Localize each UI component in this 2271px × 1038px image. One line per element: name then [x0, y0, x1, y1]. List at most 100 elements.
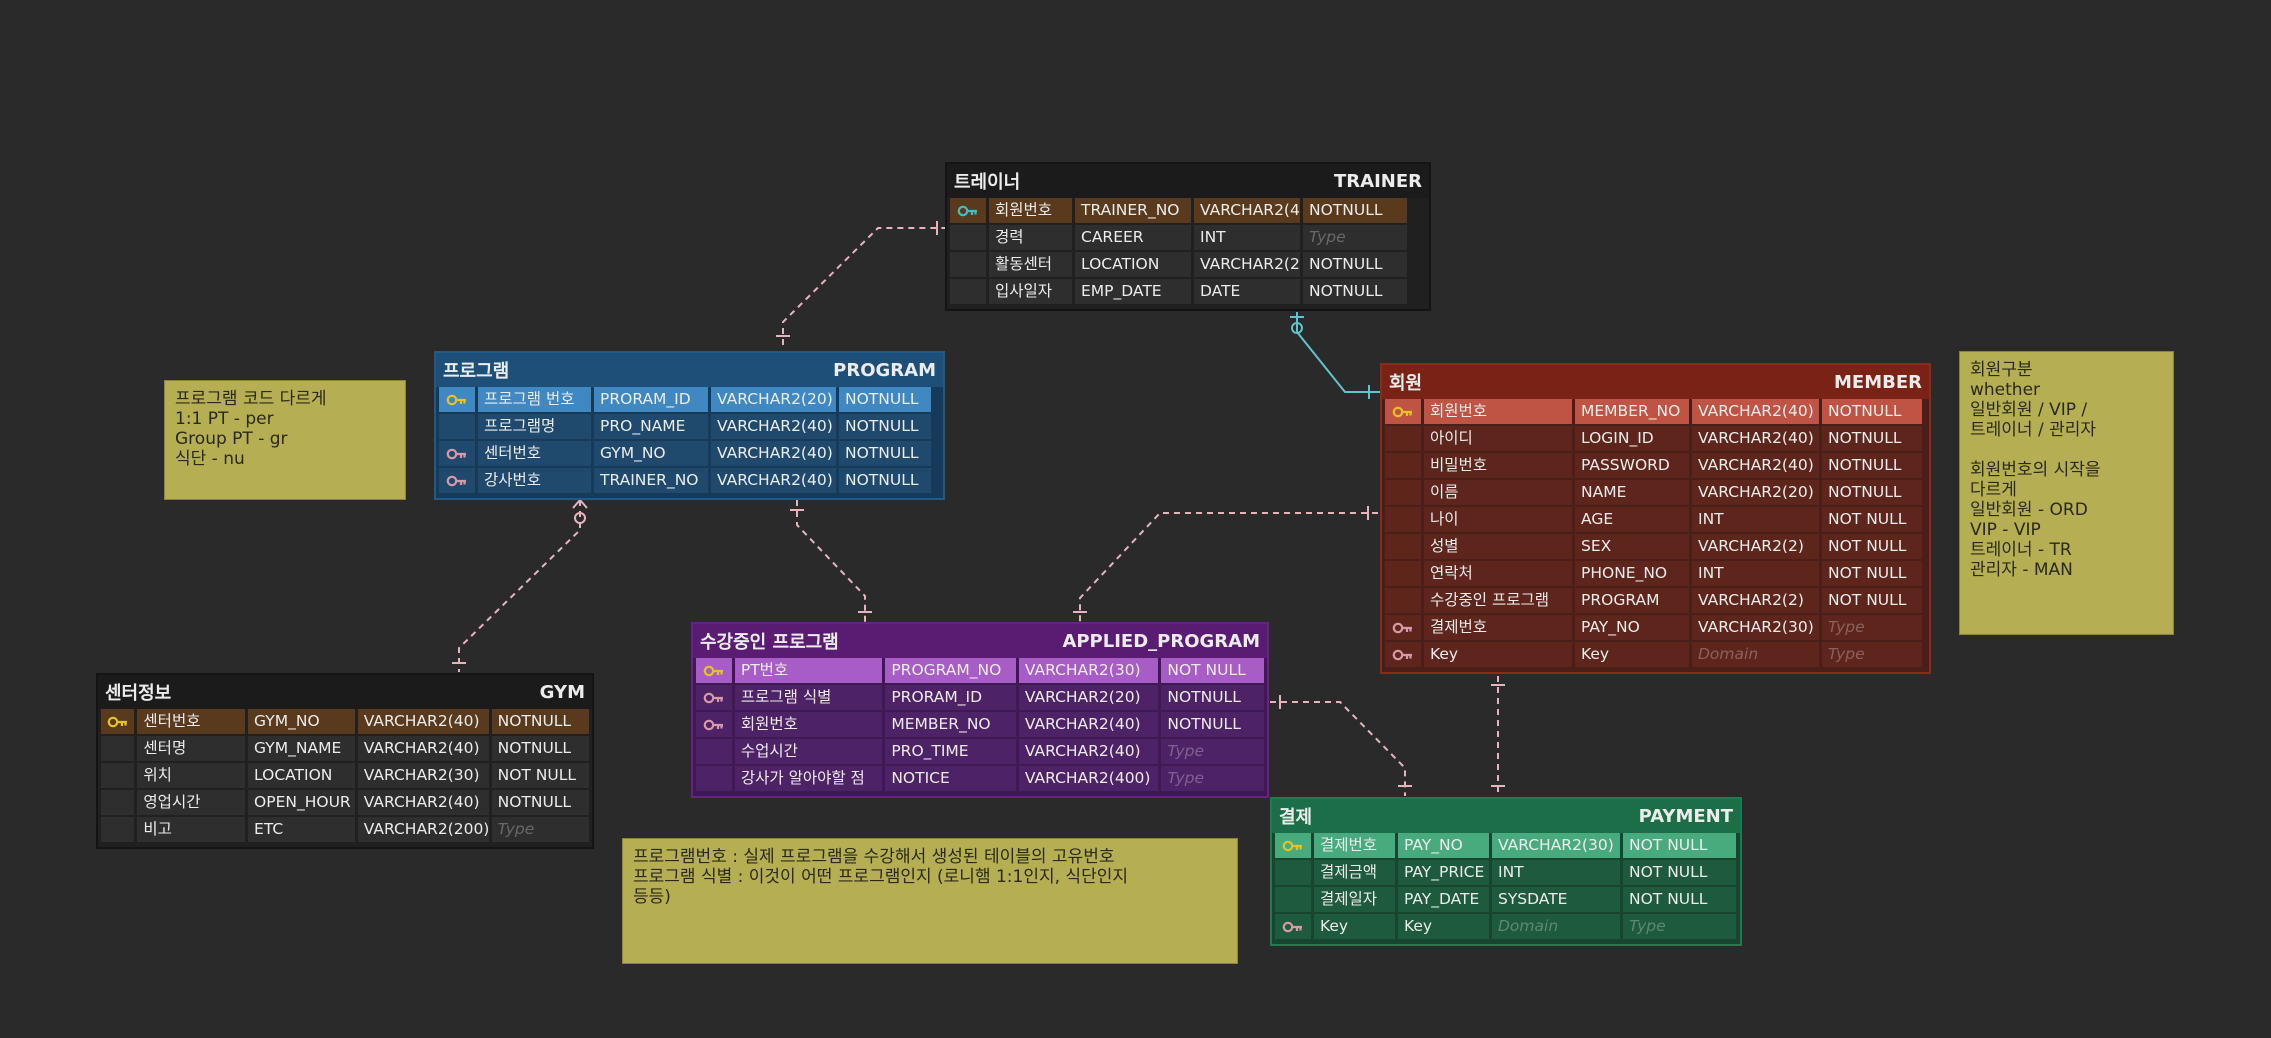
- column-name-english[interactable]: PHONE_NO: [1575, 561, 1689, 586]
- column-name-english[interactable]: PRORAM_ID: [594, 387, 708, 412]
- column-type[interactable]: VARCHAR2(40): [1692, 399, 1819, 424]
- column-name-korean[interactable]: 성별: [1424, 534, 1572, 559]
- column-name-korean[interactable]: 강사가 알아야할 점: [734, 766, 883, 791]
- column-name-english[interactable]: PAY_NO: [1398, 833, 1489, 858]
- note-member-type[interactable]: 회원구분 whether 일반회원 / VIP / 트레이너 / 관리자 회원번…: [1959, 351, 2174, 635]
- column-nullability[interactable]: NOTNULL: [491, 736, 590, 761]
- column-nullability[interactable]: NOT NULL: [1623, 860, 1736, 885]
- column-type[interactable]: VARCHAR2(40): [357, 709, 489, 734]
- column-type[interactable]: VARCHAR2(40): [711, 468, 836, 493]
- column-type[interactable]: VARCHAR2(20): [711, 387, 836, 412]
- column-type[interactable]: VARCHAR2(20): [1018, 685, 1159, 710]
- column-row[interactable]: 결제일자 PAY_DATE SYSDATE NOT NULL: [1275, 887, 1737, 912]
- column-name-korean[interactable]: Key: [1314, 914, 1395, 939]
- column-name-english[interactable]: ETC: [248, 817, 355, 842]
- entity-gym[interactable]: 센터정보 GYM 센터번호 GYM_NO VARCHAR2(40) NOTNULL 센터명 G…: [96, 673, 594, 849]
- column-row[interactable]: 회원번호 MEMBER_NO VARCHAR2(40) NOTNULL: [1385, 399, 1926, 424]
- column-name-korean[interactable]: 비밀번호: [1424, 453, 1572, 478]
- column-row[interactable]: 이름 NAME VARCHAR2(20) NOTNULL: [1385, 480, 1926, 505]
- column-name-korean[interactable]: 회원번호: [734, 712, 883, 737]
- column-name-korean[interactable]: 결제일자: [1314, 887, 1395, 912]
- column-row[interactable]: 센터명 GYM_NAME VARCHAR2(40) NOTNULL: [101, 736, 590, 761]
- column-row[interactable]: 프로그램명 PRO_NAME VARCHAR2(40) NOTNULL: [439, 414, 940, 439]
- column-name-korean[interactable]: 입사일자: [989, 279, 1072, 304]
- column-name-korean[interactable]: 활동센터: [989, 252, 1072, 277]
- entity-payment[interactable]: 결제 PAYMENT 결제번호 PAY_NO VARCHAR2(30) NOT NULL 결…: [1270, 797, 1742, 946]
- column-type[interactable]: VARCHAR2(400): [1018, 766, 1159, 791]
- column-name-english[interactable]: GYM_NO: [594, 441, 708, 466]
- column-name-english[interactable]: OPEN_HOUR: [248, 790, 355, 815]
- column-name-korean[interactable]: 프로그램 번호: [478, 387, 591, 412]
- column-name-korean[interactable]: 영업시간: [137, 790, 246, 815]
- column-name-english[interactable]: LOCATION: [248, 763, 355, 788]
- column-type[interactable]: VARCHAR2(30): [357, 763, 489, 788]
- column-nullability[interactable]: NOTNULL: [1303, 252, 1407, 277]
- column-name-korean[interactable]: 프로그램 식별: [734, 685, 883, 710]
- column-row[interactable]: 영업시간 OPEN_HOUR VARCHAR2(40) NOTNULL: [101, 790, 590, 815]
- entity-header[interactable]: 트레이너 TRAINER: [947, 164, 1429, 198]
- column-nullability[interactable]: NOTNULL: [1161, 685, 1264, 710]
- column-nullability[interactable]: NOT NULL: [1822, 588, 1922, 613]
- column-name-english[interactable]: PAY_DATE: [1398, 887, 1489, 912]
- column-name-english[interactable]: PAY_NO: [1575, 615, 1689, 640]
- column-type[interactable]: Domain: [1692, 642, 1819, 667]
- column-type[interactable]: VARCHAR2(2): [1692, 588, 1819, 613]
- column-nullability[interactable]: NOTNULL: [1822, 453, 1922, 478]
- column-type[interactable]: VARCHAR2(200): [357, 817, 489, 842]
- column-nullability[interactable]: Type: [1161, 766, 1264, 791]
- column-row[interactable]: 결제번호 PAY_NO VARCHAR2(30) NOT NULL: [1275, 833, 1737, 858]
- column-name-korean[interactable]: 수업시간: [734, 739, 883, 764]
- column-row[interactable]: 강사가 알아야할 점 NOTICE VARCHAR2(400) Type: [696, 766, 1264, 791]
- column-row[interactable]: 프로그램 번호 PRORAM_ID VARCHAR2(20) NOTNULL: [439, 387, 940, 412]
- column-name-english[interactable]: NOTICE: [885, 766, 1016, 791]
- column-nullability[interactable]: NOT NULL: [1623, 887, 1736, 912]
- column-type[interactable]: VARCHAR2(2): [1692, 534, 1819, 559]
- column-row[interactable]: 위치 LOCATION VARCHAR2(30) NOT NULL: [101, 763, 590, 788]
- column-nullability[interactable]: NOT NULL: [1161, 658, 1264, 683]
- column-row[interactable]: 나이 AGE INT NOT NULL: [1385, 507, 1926, 532]
- column-name-korean[interactable]: 강사번호: [478, 468, 591, 493]
- column-nullability[interactable]: NOT NULL: [1822, 534, 1922, 559]
- column-name-korean[interactable]: 결제금액: [1314, 860, 1395, 885]
- column-nullability[interactable]: NOT NULL: [1822, 561, 1922, 586]
- column-name-korean[interactable]: Key: [1424, 642, 1572, 667]
- column-name-english[interactable]: LOCATION: [1075, 252, 1191, 277]
- column-name-english[interactable]: NAME: [1575, 480, 1689, 505]
- column-type[interactable]: DATE: [1194, 279, 1300, 304]
- column-nullability[interactable]: NOTNULL: [839, 468, 931, 493]
- column-name-english[interactable]: TRAINER_NO: [594, 468, 708, 493]
- column-nullability[interactable]: NOTNULL: [1161, 712, 1264, 737]
- entity-applied-program[interactable]: 수강중인 프로그램 APPLIED_PROGRAM PT번호 PROGRAM_NO VA…: [691, 622, 1269, 798]
- column-nullability[interactable]: NOTNULL: [491, 709, 590, 734]
- column-row[interactable]: 결제금액 PAY_PRICE INT NOT NULL: [1275, 860, 1737, 885]
- column-type[interactable]: VARCHAR2(40): [1194, 198, 1300, 223]
- column-row[interactable]: Key Key Domain Type: [1385, 642, 1926, 667]
- column-type[interactable]: VARCHAR2(20): [1692, 480, 1819, 505]
- column-row[interactable]: 프로그램 식별 PRORAM_ID VARCHAR2(20) NOTNULL: [696, 685, 1264, 710]
- column-type[interactable]: VARCHAR2(40): [711, 441, 836, 466]
- column-row[interactable]: Key Key Domain Type: [1275, 914, 1737, 939]
- column-name-english[interactable]: Key: [1575, 642, 1689, 667]
- column-type[interactable]: VARCHAR2(40): [357, 790, 489, 815]
- column-name-korean[interactable]: 경력: [989, 225, 1072, 250]
- column-nullability[interactable]: Type: [1161, 739, 1264, 764]
- column-row[interactable]: 활동센터LOCATIONVARCHAR2(20)NOTNULL: [950, 252, 1426, 277]
- note-program-code[interactable]: 프로그램 코드 다르게 1:1 PT - per Group PT - gr 식…: [164, 380, 406, 500]
- column-row[interactable]: 비고 ETC VARCHAR2(200) Type: [101, 817, 590, 842]
- entity-header[interactable]: 센터정보 GYM: [98, 675, 592, 709]
- entity-header[interactable]: 결제 PAYMENT: [1272, 799, 1740, 833]
- column-name-english[interactable]: PAY_PRICE: [1398, 860, 1489, 885]
- column-row[interactable]: 연락처 PHONE_NO INT NOT NULL: [1385, 561, 1926, 586]
- column-type[interactable]: VARCHAR2(30): [1492, 833, 1620, 858]
- entity-trainer[interactable]: 트레이너TRAINER회원번호TRAINER_NOVARCHAR2(40)NOT…: [945, 162, 1431, 311]
- column-type[interactable]: INT: [1692, 561, 1819, 586]
- column-name-english[interactable]: CAREER: [1075, 225, 1191, 250]
- column-name-korean[interactable]: PT번호: [734, 658, 883, 683]
- column-type[interactable]: INT: [1492, 860, 1620, 885]
- column-name-english[interactable]: PRO_NAME: [594, 414, 708, 439]
- column-name-english[interactable]: GYM_NO: [248, 709, 355, 734]
- column-nullability[interactable]: Type: [1303, 225, 1407, 250]
- column-row[interactable]: 결제번호 PAY_NO VARCHAR2(30) Type: [1385, 615, 1926, 640]
- column-nullability[interactable]: NOTNULL: [1822, 426, 1922, 451]
- column-row[interactable]: 수업시간 PRO_TIME VARCHAR2(40) Type: [696, 739, 1264, 764]
